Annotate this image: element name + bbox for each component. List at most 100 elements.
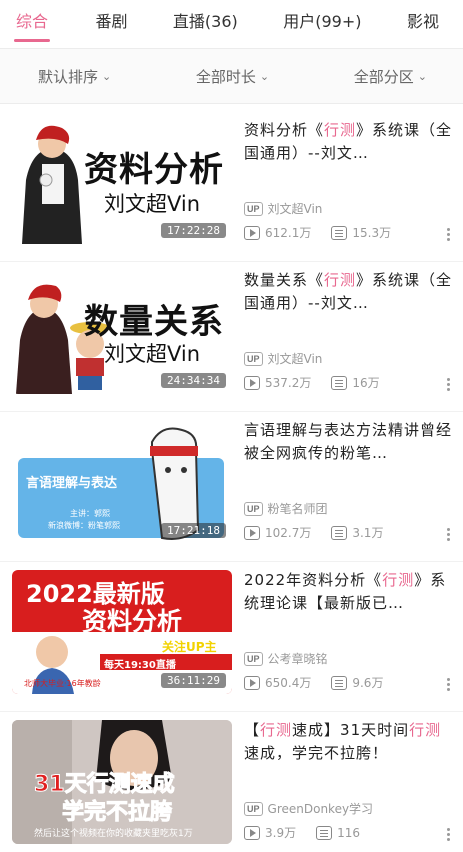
thumbnail-footer: 北师大毕业·16年教龄 <box>24 679 101 688</box>
play-count-icon <box>244 375 260 390</box>
thumbnail-badge: 关注UP主 <box>162 640 217 654</box>
video-item[interactable]: 资料分析 刘文超Vin 17:22:28 资料分析《行测》系统课（全国通用）--… <box>0 112 463 262</box>
danmaku-icon <box>331 675 348 690</box>
tab-label: 综合 <box>15 12 48 31</box>
title-highlight: 行测 <box>324 121 357 139</box>
tab-label: 影视 <box>406 12 439 31</box>
up-badge-icon: UP <box>244 351 263 366</box>
thumbnail-subtitle: 刘文超Vin <box>104 342 201 366</box>
filter-label: 全部时长 <box>195 67 256 86</box>
more-options-icon[interactable] <box>445 827 451 842</box>
more-options-icon[interactable] <box>445 377 451 392</box>
video-list: 资料分析 刘文超Vin 17:22:28 资料分析《行测》系统课（全国通用）--… <box>0 112 463 852</box>
thumbnail-title-2: 资料分析 <box>82 607 183 636</box>
tab-label: 用户(99+) <box>283 12 362 31</box>
title-highlight: 行测 <box>324 271 357 289</box>
up-badge-icon: UP <box>244 801 263 816</box>
danmaku-count: 9.6万 <box>352 676 384 690</box>
uploader-name: 粉笔名师团 <box>267 502 328 516</box>
thumbnail-subtitle-2: 新浪微博：粉笔郭熙 <box>48 521 120 530</box>
sort-filter[interactable]: 默认排序 ⌄ <box>38 66 111 87</box>
video-thumbnail[interactable]: 2022最新版 资料分析 关注UP主 每天19:30直播 北师大毕业·16年教龄… <box>12 570 232 694</box>
danmaku-count: 15.3万 <box>352 226 392 240</box>
video-thumbnail[interactable]: 资料分析 刘文超Vin 17:22:28 <box>12 120 232 244</box>
title-text: 言语理解与表达方法精讲曾经被全网疯传的粉笔… <box>244 421 453 462</box>
view-count: 102.7万 <box>265 526 312 540</box>
video-thumbnail[interactable]: 言语理解与表达 主讲：郭熙 新浪微博：粉笔郭熙 17:21:18 <box>12 420 232 544</box>
uploader-row[interactable]: UP 粉笔名师团 <box>244 500 328 517</box>
top-tab-bar: 综合 番剧 直播(36) 用户(99+) 影视 <box>0 0 463 48</box>
view-count: 612.1万 <box>265 226 312 240</box>
thumbnail-title-2: 学完不拉胯 <box>61 800 173 826</box>
filter-bar: 默认排序 ⌄ 全部时长 ⌄ 全部分区 ⌄ <box>0 48 463 104</box>
uploader-name: 公考章晓铭 <box>267 652 328 666</box>
video-item[interactable]: 言语理解与表达 主讲：郭熙 新浪微博：粉笔郭熙 17:21:18 言语理解与表达… <box>0 412 463 562</box>
chevron-down-icon: ⌄ <box>259 69 270 83</box>
chevron-down-icon: ⌄ <box>102 69 112 83</box>
uploader-row[interactable]: UP 刘文超Vin <box>244 350 322 367</box>
uploader-row[interactable]: UP 公考章晓铭 <box>244 650 328 667</box>
more-options-icon[interactable] <box>445 677 451 692</box>
video-duration: 17:21:18 <box>161 523 226 538</box>
play-count-icon <box>244 825 260 840</box>
video-info: 数量关系《行测》系统课（全国通用）--刘文… UP 刘文超Vin 537.2万 … <box>244 270 453 394</box>
video-title[interactable]: 数量关系《行测》系统课（全国通用）--刘文… <box>244 269 453 315</box>
video-item[interactable]: 数量关系 刘文超Vin 24:34:34 数量关系《行测》系统课（全国通用）--… <box>0 262 463 412</box>
video-item[interactable]: 2022最新版 资料分析 关注UP主 每天19:30直播 北师大毕业·16年教龄… <box>0 562 463 712</box>
category-filter[interactable]: 全部分区 ⌄ <box>354 66 427 87</box>
danmaku-icon <box>331 375 348 390</box>
video-title[interactable]: 言语理解与表达方法精讲曾经被全网疯传的粉笔… <box>244 419 453 465</box>
chevron-down-icon: ⌄ <box>417 69 427 83</box>
tab-anime[interactable]: 番剧 <box>95 8 127 48</box>
stats-row: 612.1万 15.3万 <box>244 224 453 241</box>
tab-users[interactable]: 用户(99+) <box>283 8 361 48</box>
danmaku-icon <box>331 525 348 540</box>
tab-movies[interactable]: 影视 <box>407 8 439 48</box>
more-options-icon[interactable] <box>445 527 451 542</box>
play-count-icon <box>244 675 260 690</box>
up-badge-icon: UP <box>244 651 263 666</box>
title-text: 【 <box>244 721 261 739</box>
video-title[interactable]: 资料分析《行测》系统课（全国通用）--刘文… <box>244 119 453 165</box>
thumbnail-live-time: 每天19:30直播 <box>104 660 176 671</box>
more-options-icon[interactable] <box>445 227 451 242</box>
thumbnail-title: 资料分析 <box>84 150 224 190</box>
filter-label: 默认排序 <box>38 67 99 86</box>
video-title[interactable]: 2022年资料分析《行测》系统理论课【最新版已… <box>244 569 453 615</box>
video-info: 【行测速成】31天时间行测速成，学完不拉胯！ UP GreenDonkey学习 … <box>244 720 453 844</box>
uploader-row[interactable]: UP 刘文超Vin <box>244 200 322 217</box>
thumbnail-subtitle: 主讲：郭熙 <box>70 509 110 518</box>
filter-label: 全部分区 <box>353 67 414 86</box>
uploader-name: GreenDonkey学习 <box>267 802 374 816</box>
uploader-name: 刘文超Vin <box>267 352 323 366</box>
stats-row: 102.7万 3.1万 <box>244 524 453 541</box>
danmaku-icon <box>331 225 348 240</box>
view-count: 537.2万 <box>265 376 312 390</box>
tab-comprehensive[interactable]: 综合 <box>14 8 50 48</box>
thumbnail-title: 言语理解与表达 <box>26 476 118 491</box>
video-duration: 17:22:28 <box>161 223 226 238</box>
duration-filter[interactable]: 全部时长 ⌄ <box>196 66 269 87</box>
danmaku-count: 116 <box>337 825 360 840</box>
thumbnail-subtitle: 然后让这个视频在你的收藏夹里吃灰1万 <box>34 829 193 839</box>
title-text: 速成，学完不拉胯！ <box>244 744 389 762</box>
view-count: 3.9万 <box>265 826 297 840</box>
video-thumbnail[interactable]: 数量关系 刘文超Vin 24:34:34 <box>12 270 232 394</box>
tab-label: 直播(36) <box>172 12 238 31</box>
stats-row: 537.2万 16万 <box>244 374 453 391</box>
video-title[interactable]: 【行测速成】31天时间行测速成，学完不拉胯！ <box>244 719 453 765</box>
tab-live[interactable]: 直播(36) <box>173 8 238 48</box>
video-thumbnail[interactable]: 31天行测速成 学完不拉胯 然后让这个视频在你的收藏夹里吃灰1万 <box>12 720 232 844</box>
active-tab-indicator <box>14 39 50 42</box>
danmaku-icon <box>316 825 333 840</box>
up-badge-icon: UP <box>244 201 263 216</box>
play-count-icon <box>244 525 260 540</box>
stats-row: 3.9万 116 <box>244 824 453 841</box>
video-item[interactable]: 31天行测速成 学完不拉胯 然后让这个视频在你的收藏夹里吃灰1万 【行测速成】3… <box>0 712 463 852</box>
title-text: 2022年资料分析《 <box>244 571 383 589</box>
video-info: 资料分析《行测》系统课（全国通用）--刘文… UP 刘文超Vin 612.1万 … <box>244 120 453 244</box>
uploader-row[interactable]: UP GreenDonkey学习 <box>244 800 373 817</box>
tab-label: 番剧 <box>95 12 128 31</box>
thumbnail-title: 数量关系 <box>84 302 224 342</box>
video-duration: 36:11:29 <box>161 673 226 688</box>
